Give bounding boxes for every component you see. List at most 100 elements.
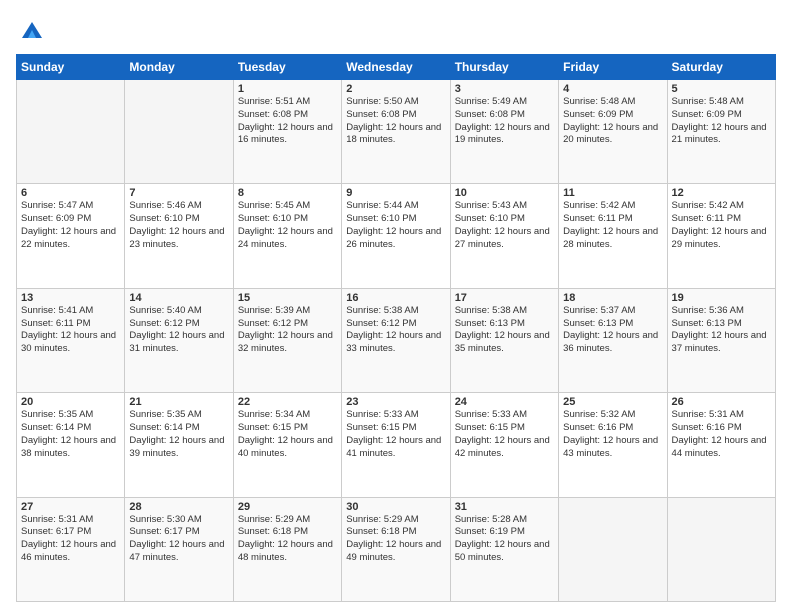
day-info: Sunrise: 5:29 AM Sunset: 6:18 PM Dayligh… (346, 514, 445, 565)
calendar-cell: 25Sunrise: 5:32 AM Sunset: 6:16 PM Dayli… (559, 393, 667, 497)
day-info: Sunrise: 5:39 AM Sunset: 6:12 PM Dayligh… (238, 305, 337, 356)
calendar-cell: 3Sunrise: 5:49 AM Sunset: 6:08 PM Daylig… (450, 80, 558, 184)
day-info: Sunrise: 5:31 AM Sunset: 6:17 PM Dayligh… (21, 514, 120, 565)
calendar-table: SundayMondayTuesdayWednesdayThursdayFrid… (16, 54, 776, 602)
weekday-header-sunday: Sunday (17, 55, 125, 80)
weekday-header-row: SundayMondayTuesdayWednesdayThursdayFrid… (17, 55, 776, 80)
day-info: Sunrise: 5:28 AM Sunset: 6:19 PM Dayligh… (455, 514, 554, 565)
day-info: Sunrise: 5:33 AM Sunset: 6:15 PM Dayligh… (455, 409, 554, 460)
calendar-cell: 10Sunrise: 5:43 AM Sunset: 6:10 PM Dayli… (450, 184, 558, 288)
day-info: Sunrise: 5:43 AM Sunset: 6:10 PM Dayligh… (455, 200, 554, 251)
weekday-header-saturday: Saturday (667, 55, 775, 80)
calendar-cell (125, 80, 233, 184)
day-number: 8 (238, 187, 337, 199)
day-info: Sunrise: 5:35 AM Sunset: 6:14 PM Dayligh… (129, 409, 228, 460)
logo-icon (18, 16, 46, 44)
day-number: 7 (129, 187, 228, 199)
week-row-4: 20 Sunrise: 5:35 AM Sunset: 6:14 PM Dayli… (17, 393, 776, 497)
day-number: 10 (455, 187, 554, 199)
calendar-cell (17, 80, 125, 184)
day-info: Sunrise: 5:38 AM Sunset: 6:12 PM Dayligh… (346, 305, 445, 356)
calendar-cell: 1Sunrise: 5:51 AM Sunset: 6:08 PM Daylig… (233, 80, 341, 184)
day-info: Sunrise: 5:36 AM Sunset: 6:13 PM Dayligh… (672, 305, 771, 356)
calendar-cell: 8Sunrise: 5:45 AM Sunset: 6:10 PM Daylig… (233, 184, 341, 288)
calendar-cell: 31Sunrise: 5:28 AM Sunset: 6:19 PM Dayli… (450, 497, 558, 601)
day-info: Sunrise: 5:37 AM Sunset: 6:13 PM Dayligh… (563, 305, 662, 356)
calendar-cell: 26Sunrise: 5:31 AM Sunset: 6:16 PM Dayli… (667, 393, 775, 497)
calendar-cell: 13Sunrise: 5:41 AM Sunset: 6:11 PM Dayli… (17, 288, 125, 392)
day-info: Sunrise: 5:33 AM Sunset: 6:15 PM Dayligh… (346, 409, 445, 460)
calendar-cell: 14Sunrise: 5:40 AM Sunset: 6:12 PM Dayli… (125, 288, 233, 392)
calendar-cell: 4Sunrise: 5:48 AM Sunset: 6:09 PM Daylig… (559, 80, 667, 184)
day-info: Sunrise: 5:29 AM Sunset: 6:18 PM Dayligh… (238, 514, 337, 565)
day-info: Sunrise: 5:42 AM Sunset: 6:11 PM Dayligh… (563, 200, 662, 251)
week-row-1: 1Sunrise: 5:51 AM Sunset: 6:08 PM Daylig… (17, 80, 776, 184)
calendar-cell: 9Sunrise: 5:44 AM Sunset: 6:10 PM Daylig… (342, 184, 450, 288)
day-number: 31 (455, 501, 554, 513)
day-info: Sunrise: 5:51 AM Sunset: 6:08 PM Dayligh… (238, 96, 337, 147)
day-number: 28 (129, 501, 228, 513)
calendar-cell: 21Sunrise: 5:35 AM Sunset: 6:14 PM Dayli… (125, 393, 233, 497)
day-info: Sunrise: 5:30 AM Sunset: 6:17 PM Dayligh… (129, 514, 228, 565)
day-info: Sunrise: 5:34 AM Sunset: 6:15 PM Dayligh… (238, 409, 337, 460)
day-number: 21 (129, 396, 228, 408)
day-number: 4 (563, 83, 662, 95)
weekday-header-tuesday: Tuesday (233, 55, 341, 80)
day-number: 25 (563, 396, 662, 408)
day-info: Sunrise: 5:32 AM Sunset: 6:16 PM Dayligh… (563, 409, 662, 460)
day-number: 16 (346, 292, 445, 304)
day-info: Sunrise: 5:44 AM Sunset: 6:10 PM Dayligh… (346, 200, 445, 251)
calendar-cell: 19Sunrise: 5:36 AM Sunset: 6:13 PM Dayli… (667, 288, 775, 392)
day-number: 20 (21, 396, 120, 408)
weekday-header-wednesday: Wednesday (342, 55, 450, 80)
calendar-cell: 18Sunrise: 5:37 AM Sunset: 6:13 PM Dayli… (559, 288, 667, 392)
day-info: Sunrise: 5:46 AM Sunset: 6:10 PM Dayligh… (129, 200, 228, 251)
day-number: 17 (455, 292, 554, 304)
day-number: 24 (455, 396, 554, 408)
day-info: Sunrise: 5:48 AM Sunset: 6:09 PM Dayligh… (563, 96, 662, 147)
day-info: Sunrise: 5:49 AM Sunset: 6:08 PM Dayligh… (455, 96, 554, 147)
day-number: 3 (455, 83, 554, 95)
day-number: 29 (238, 501, 337, 513)
day-number: 1 (238, 83, 337, 95)
day-number: 9 (346, 187, 445, 199)
day-info: Sunrise: 5:40 AM Sunset: 6:12 PM Dayligh… (129, 305, 228, 356)
day-number: 30 (346, 501, 445, 513)
weekday-header-friday: Friday (559, 55, 667, 80)
day-info: Sunrise: 5:47 AM Sunset: 6:09 PM Dayligh… (21, 200, 120, 251)
calendar-cell: 7Sunrise: 5:46 AM Sunset: 6:10 PM Daylig… (125, 184, 233, 288)
calendar-cell: 12Sunrise: 5:42 AM Sunset: 6:11 PM Dayli… (667, 184, 775, 288)
day-info: Sunrise: 5:31 AM Sunset: 6:16 PM Dayligh… (672, 409, 771, 460)
day-number: 27 (21, 501, 120, 513)
calendar-cell: 24Sunrise: 5:33 AM Sunset: 6:15 PM Dayli… (450, 393, 558, 497)
week-row-5: 27Sunrise: 5:31 AM Sunset: 6:17 PM Dayli… (17, 497, 776, 601)
calendar-cell: 29Sunrise: 5:29 AM Sunset: 6:18 PM Dayli… (233, 497, 341, 601)
day-number: 13 (21, 292, 120, 304)
day-number: 12 (672, 187, 771, 199)
calendar-cell: 27Sunrise: 5:31 AM Sunset: 6:17 PM Dayli… (17, 497, 125, 601)
calendar-cell: 22Sunrise: 5:34 AM Sunset: 6:15 PM Dayli… (233, 393, 341, 497)
day-info: Sunrise: 5:48 AM Sunset: 6:09 PM Dayligh… (672, 96, 771, 147)
day-info: Sunrise: 5:41 AM Sunset: 6:11 PM Dayligh… (21, 305, 120, 356)
day-number: 11 (563, 187, 662, 199)
day-info: Sunrise: 5:45 AM Sunset: 6:10 PM Dayligh… (238, 200, 337, 251)
weekday-header-monday: Monday (125, 55, 233, 80)
calendar-cell: 28Sunrise: 5:30 AM Sunset: 6:17 PM Dayli… (125, 497, 233, 601)
calendar-cell: 30Sunrise: 5:29 AM Sunset: 6:18 PM Dayli… (342, 497, 450, 601)
calendar-cell: 6Sunrise: 5:47 AM Sunset: 6:09 PM Daylig… (17, 184, 125, 288)
calendar-cell (667, 497, 775, 601)
day-number: 6 (21, 187, 120, 199)
calendar-cell: 2Sunrise: 5:50 AM Sunset: 6:08 PM Daylig… (342, 80, 450, 184)
day-number: 5 (672, 83, 771, 95)
weekday-header-thursday: Thursday (450, 55, 558, 80)
week-row-3: 13Sunrise: 5:41 AM Sunset: 6:11 PM Dayli… (17, 288, 776, 392)
day-info: Sunrise: 5:42 AM Sunset: 6:11 PM Dayligh… (672, 200, 771, 251)
day-number: 19 (672, 292, 771, 304)
page: SundayMondayTuesdayWednesdayThursdayFrid… (0, 0, 792, 612)
calendar-cell: 15Sunrise: 5:39 AM Sunset: 6:12 PM Dayli… (233, 288, 341, 392)
logo (16, 16, 46, 44)
day-number: 22 (238, 396, 337, 408)
calendar-cell (559, 497, 667, 601)
calendar-cell: 11Sunrise: 5:42 AM Sunset: 6:11 PM Dayli… (559, 184, 667, 288)
day-number: 26 (672, 396, 771, 408)
